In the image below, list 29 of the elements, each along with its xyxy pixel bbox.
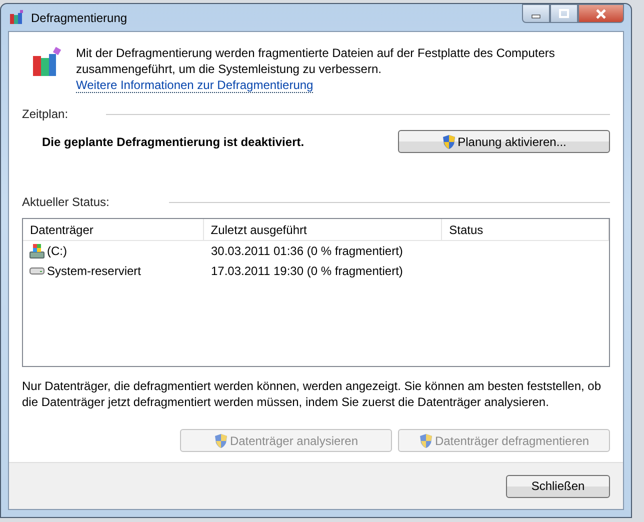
drive-name: System-reserviert (47, 264, 142, 278)
minimize-button[interactable] (522, 4, 550, 23)
shield-icon (418, 432, 433, 448)
section-heading: Zeitplan: (22, 107, 68, 121)
note-text: Nur Datenträger, die defragmentiert werden können, werden angezeigt. Sie können am besten feststellen, ob die Datenträger jetzt defragmentiert werden müssen, indem Sie zuerst die Datenträger analysieren. (22, 378, 602, 410)
maximize-icon (559, 8, 569, 18)
last-run-cell-text: 17.03.2011 19:30 (0 % fragmentiert) (210, 264, 404, 278)
enable-schedule-button[interactable]: Planung aktivieren... (398, 130, 610, 153)
app-icon (9, 10, 25, 26)
more-info-link[interactable]: Weitere Informationen zur Defragmentierung (76, 78, 314, 93)
drive-row[interactable]: (C:) 30.03.2011 01:36 (0 % fragmentiert) (23, 241, 609, 261)
drive-row[interactable]: System-reserviert 17.03.2011 19:30 (0 % fragmentiert) (23, 261, 609, 281)
drive-name: (C:) (47, 244, 67, 258)
close-button[interactable] (578, 4, 624, 23)
column-header[interactable]: Zuletzt ausgeführt (204, 219, 442, 240)
column-header[interactable]: Datenträger (23, 219, 204, 240)
column-header[interactable]: Status (442, 219, 609, 240)
window-title: Defragmentierung (31, 10, 128, 24)
maximize-button[interactable] (550, 4, 578, 23)
intro-text: Mit der Defragmentierung werden fragmentierte Dateien auf der Festplatte des Computers zusammengeführt, um die Systemleistung zu verbessern. Weitere Informationen zur Defragmentierung (76, 45, 556, 93)
close-dialog-button[interactable]: Schließen (506, 474, 610, 498)
system-drive-icon (29, 243, 45, 259)
drive-icon (29, 267, 45, 275)
shield-icon (442, 134, 456, 150)
schedule-message: Die geplante Defragmentierung ist deaktiviert. (42, 134, 304, 148)
close-icon (595, 8, 607, 18)
last-run-cell-text: 30.03.2011 01:36 (0 % fragmentiert) (210, 244, 404, 258)
section-heading: Aktueller Status: (22, 195, 110, 209)
shield-icon (214, 432, 228, 448)
